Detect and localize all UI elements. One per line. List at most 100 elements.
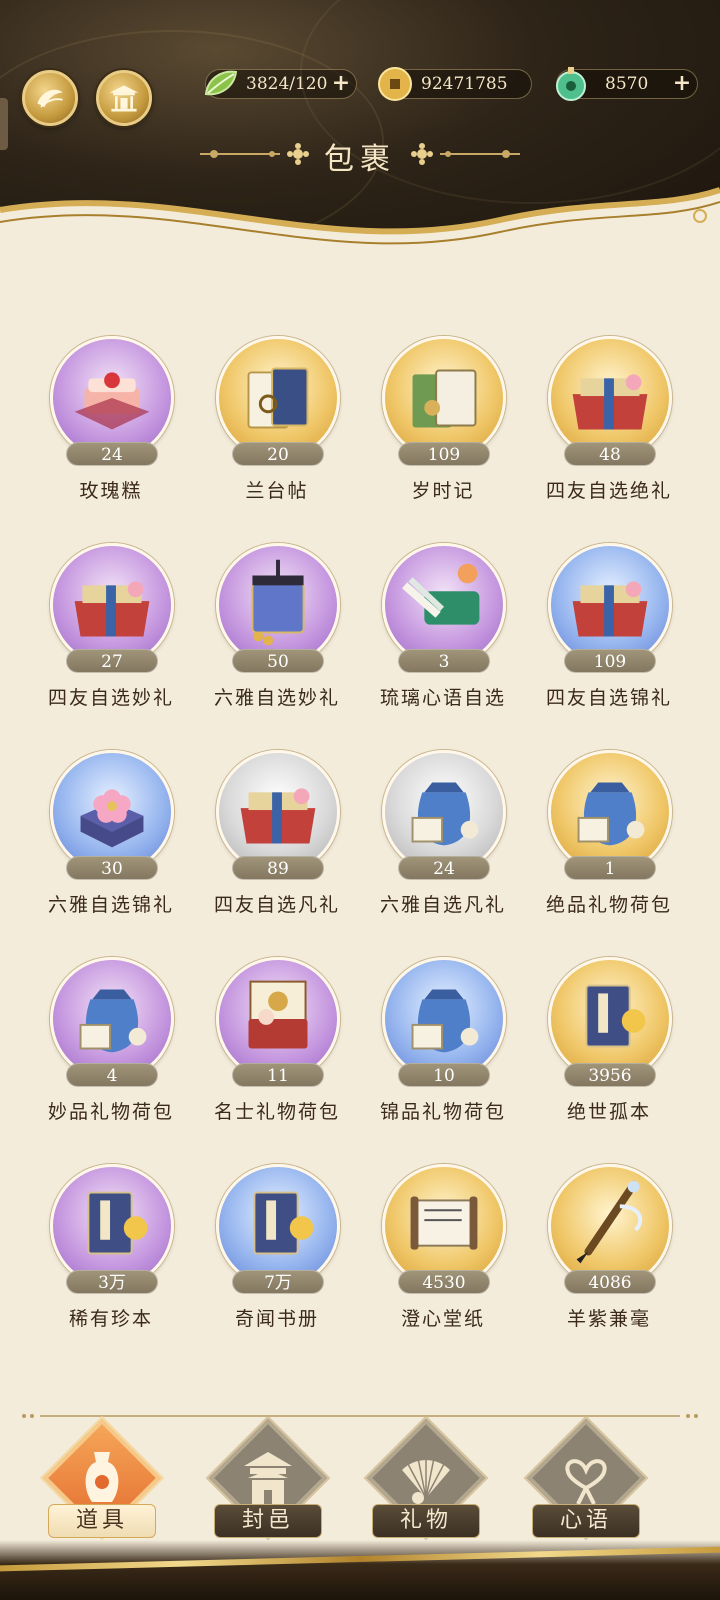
tab-divider	[22, 1414, 698, 1418]
leaf-emblem-button[interactable]	[22, 70, 78, 126]
item-count: 27	[66, 649, 158, 673]
add-jade-button[interactable]: +	[671, 72, 693, 95]
pavilion-button[interactable]	[96, 70, 152, 126]
item-count: 10	[398, 1063, 490, 1087]
pouch-icon	[577, 782, 645, 846]
heart-knot-icon	[565, 1459, 607, 1505]
tab-3[interactable]: 心语	[523, 1415, 649, 1554]
item-name: 澄心堂纸	[400, 1308, 485, 1330]
flower-box-icon	[80, 789, 144, 848]
item-count: 109	[398, 442, 490, 466]
rose-cake-icon	[74, 372, 150, 430]
lantern-box-icon	[251, 559, 305, 646]
book-icon	[585, 984, 646, 1048]
stamina-value: 3824/120	[246, 74, 328, 94]
tab-0[interactable]: 道具	[39, 1415, 165, 1554]
temple-icon	[244, 1452, 292, 1504]
item-slot[interactable]: 3万稀有珍本	[28, 1158, 194, 1358]
item-name: 四友自选绝礼	[545, 480, 672, 502]
pavilion-icon	[109, 85, 139, 112]
fan-icon	[402, 1456, 450, 1504]
item-slot[interactable]: 109 岁时记	[360, 330, 526, 530]
jade-counter: 8570 +	[556, 67, 698, 101]
item-name: 稀有珍本	[68, 1308, 153, 1330]
jade-value: 8570	[605, 74, 649, 94]
vase-icon	[85, 1452, 119, 1502]
item-name: 岁时记	[411, 480, 475, 502]
add-stamina-button[interactable]: +	[330, 72, 352, 95]
item-name: 四友自选锦礼	[545, 687, 672, 709]
paper-scroll-icon	[410, 1196, 478, 1250]
tab-label: 道具	[48, 1504, 156, 1538]
item-count: 50	[232, 649, 324, 673]
item-slot[interactable]: 48 四友自选绝礼	[526, 330, 692, 530]
item-count: 3	[398, 649, 490, 673]
gift-box-icon	[74, 581, 150, 637]
item-count: 3万	[66, 1270, 158, 1294]
book-icon	[253, 1191, 314, 1255]
pouch-icon	[411, 989, 479, 1053]
item-slot[interactable]: 89 四友自选凡礼	[194, 744, 360, 944]
item-slot[interactable]: 3 琉璃心语自选	[360, 537, 526, 737]
item-name: 四友自选凡礼	[213, 894, 340, 916]
tab-label: 礼物	[372, 1504, 480, 1538]
item-name: 绝品礼物荷包	[545, 894, 672, 916]
item-slot[interactable]: 27 四友自选妙礼	[28, 537, 194, 737]
item-slot[interactable]: 20 兰台帖	[194, 330, 360, 530]
item-name: 琉璃心语自选	[379, 687, 506, 709]
item-slot[interactable]: 4 妙品礼物荷包	[28, 951, 194, 1151]
pouch-icon	[411, 782, 479, 846]
brush-icon	[576, 1180, 643, 1264]
item-count: 20	[232, 442, 324, 466]
item-slot[interactable]: 30 六雅自选锦礼	[28, 744, 194, 944]
copper-coin-icon	[378, 67, 412, 101]
item-slot[interactable]: 24 玫瑰糕	[28, 330, 194, 530]
item-count: 24	[66, 442, 158, 466]
item-count: 89	[232, 856, 324, 880]
item-name: 妙品礼物荷包	[47, 1101, 174, 1123]
item-count: 30	[66, 856, 158, 880]
item-name: 锦品礼物荷包	[379, 1101, 506, 1123]
right-ornament-icon	[411, 143, 520, 165]
item-count: 4086	[564, 1270, 656, 1294]
item-slot[interactable]: 50 六雅自选妙礼	[194, 537, 360, 737]
item-name: 六雅自选凡礼	[379, 894, 506, 916]
item-count: 4	[66, 1063, 158, 1087]
green-leaf-icon	[204, 70, 238, 96]
pouch-icon	[79, 989, 147, 1053]
item-slot[interactable]: 11 名士礼物荷包	[194, 951, 360, 1151]
invitation-card-icon	[247, 367, 309, 429]
item-name: 六雅自选妙礼	[213, 687, 340, 709]
item-count: 11	[232, 1063, 324, 1087]
item-name: 四友自选妙礼	[47, 687, 174, 709]
item-slot[interactable]: 3956 绝世孤本	[526, 951, 692, 1151]
tab-label: 封邑	[214, 1504, 322, 1538]
item-count: 7万	[232, 1270, 324, 1294]
coin-value: 92471785	[421, 74, 508, 94]
item-slot[interactable]: 10 锦品礼物荷包	[360, 951, 526, 1151]
header-wave-border	[0, 187, 720, 250]
book-icon	[87, 1191, 148, 1255]
bottom-tab-bar: 道具 封邑 礼物 心语	[0, 1415, 720, 1600]
item-slot[interactable]: 109 四友自选锦礼	[526, 537, 692, 737]
tab-1[interactable]: 封邑	[205, 1415, 331, 1554]
item-count: 48	[564, 442, 656, 466]
bamboo-case-icon	[402, 563, 480, 625]
item-count: 109	[564, 649, 656, 673]
item-name: 兰台帖	[245, 480, 309, 502]
item-count: 4530	[398, 1270, 490, 1294]
item-slot[interactable]: 1 绝品礼物荷包	[526, 744, 692, 944]
scroll-box-icon	[248, 980, 308, 1049]
leaf-emblem-icon	[37, 89, 63, 108]
item-name: 羊紫兼毫	[566, 1308, 651, 1330]
item-slot[interactable]: 4086 羊紫兼毫	[526, 1158, 692, 1358]
item-name: 玫瑰糕	[79, 480, 143, 502]
item-slot[interactable]: 7万 奇闻书册	[194, 1158, 360, 1358]
coin-counter: 92471785	[378, 67, 532, 101]
tab-2[interactable]: 礼物	[363, 1415, 489, 1554]
item-slot[interactable]: 4530 澄心堂纸	[360, 1158, 526, 1358]
item-count: 1	[564, 856, 656, 880]
item-name: 六雅自选锦礼	[47, 894, 174, 916]
item-slot[interactable]: 24 六雅自选凡礼	[360, 744, 526, 944]
calendar-book-icon	[412, 369, 477, 428]
